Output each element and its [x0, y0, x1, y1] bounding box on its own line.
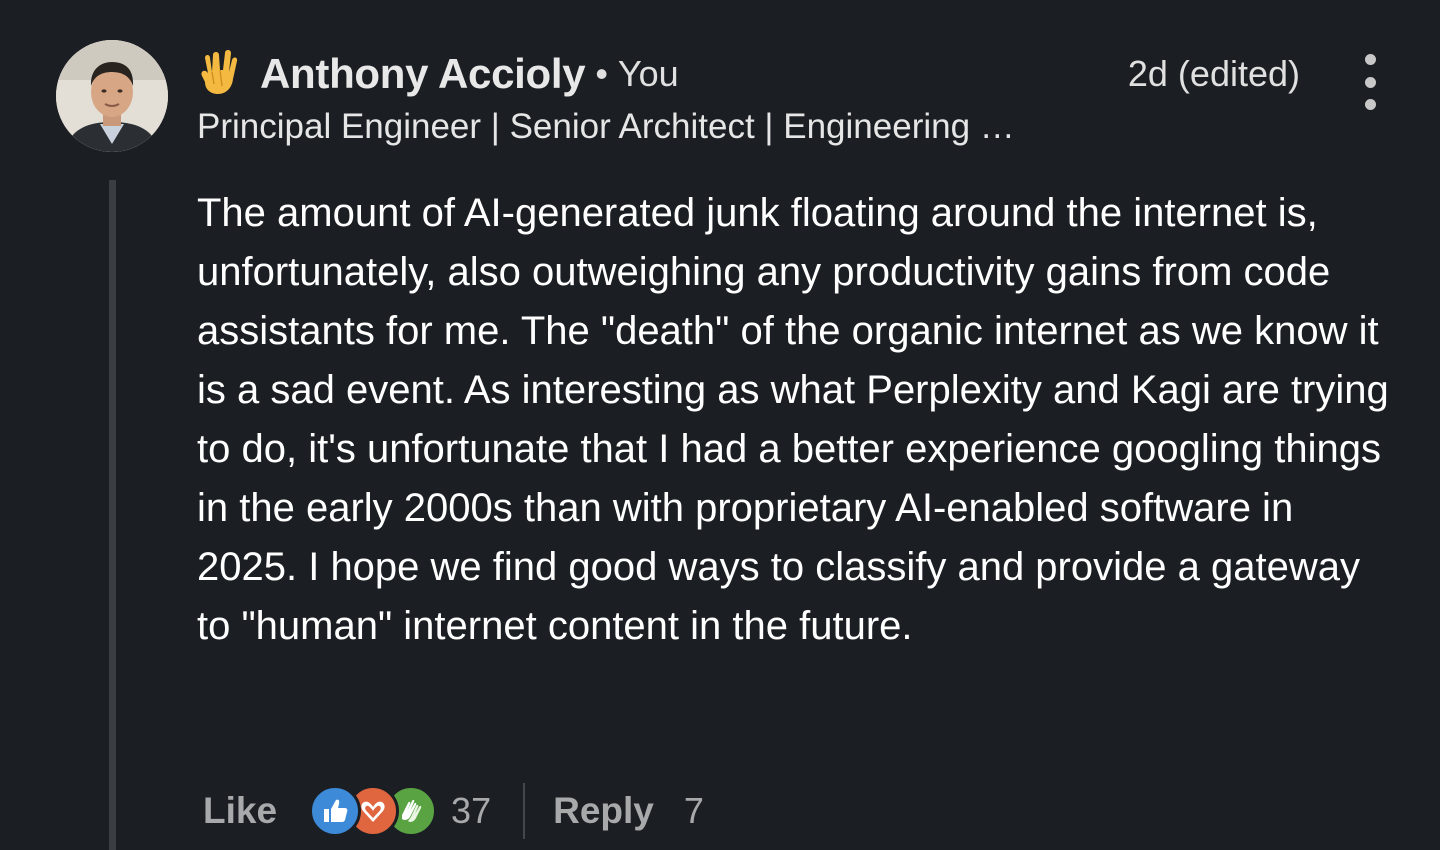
vertical-ellipsis-icon	[1364, 54, 1376, 65]
comment-actions: Like 37 Reply 7	[203, 780, 704, 842]
comment-text: The amount of AI-generated junk floating…	[197, 191, 1389, 648]
timestamp: 2d (edited)	[1127, 53, 1300, 94]
separator-dot: •	[595, 53, 608, 94]
avatar[interactable]	[56, 40, 168, 152]
reply-button[interactable]: Reply	[553, 790, 654, 832]
author-headline: Principal Engineer | Senior Architect | …	[197, 107, 1027, 146]
profile-photo	[56, 40, 168, 152]
author-name[interactable]: Anthony Accioly	[260, 50, 586, 98]
relation-label: You	[617, 53, 679, 94]
thread-line	[109, 180, 116, 850]
vulcan-salute-icon	[201, 50, 238, 94]
more-options-button[interactable]	[1352, 54, 1388, 110]
actions-divider	[523, 783, 526, 839]
comment-header: Anthony Accioly • You	[196, 46, 679, 102]
reactions-summary[interactable]: 37	[309, 785, 491, 837]
like-reaction-icon	[309, 785, 362, 837]
reaction-count: 37	[451, 790, 492, 831]
reply-count[interactable]: 7	[684, 790, 704, 832]
like-button[interactable]: Like	[203, 790, 277, 832]
vertical-ellipsis-icon	[1364, 76, 1376, 88]
vertical-ellipsis-icon	[1364, 99, 1376, 110]
